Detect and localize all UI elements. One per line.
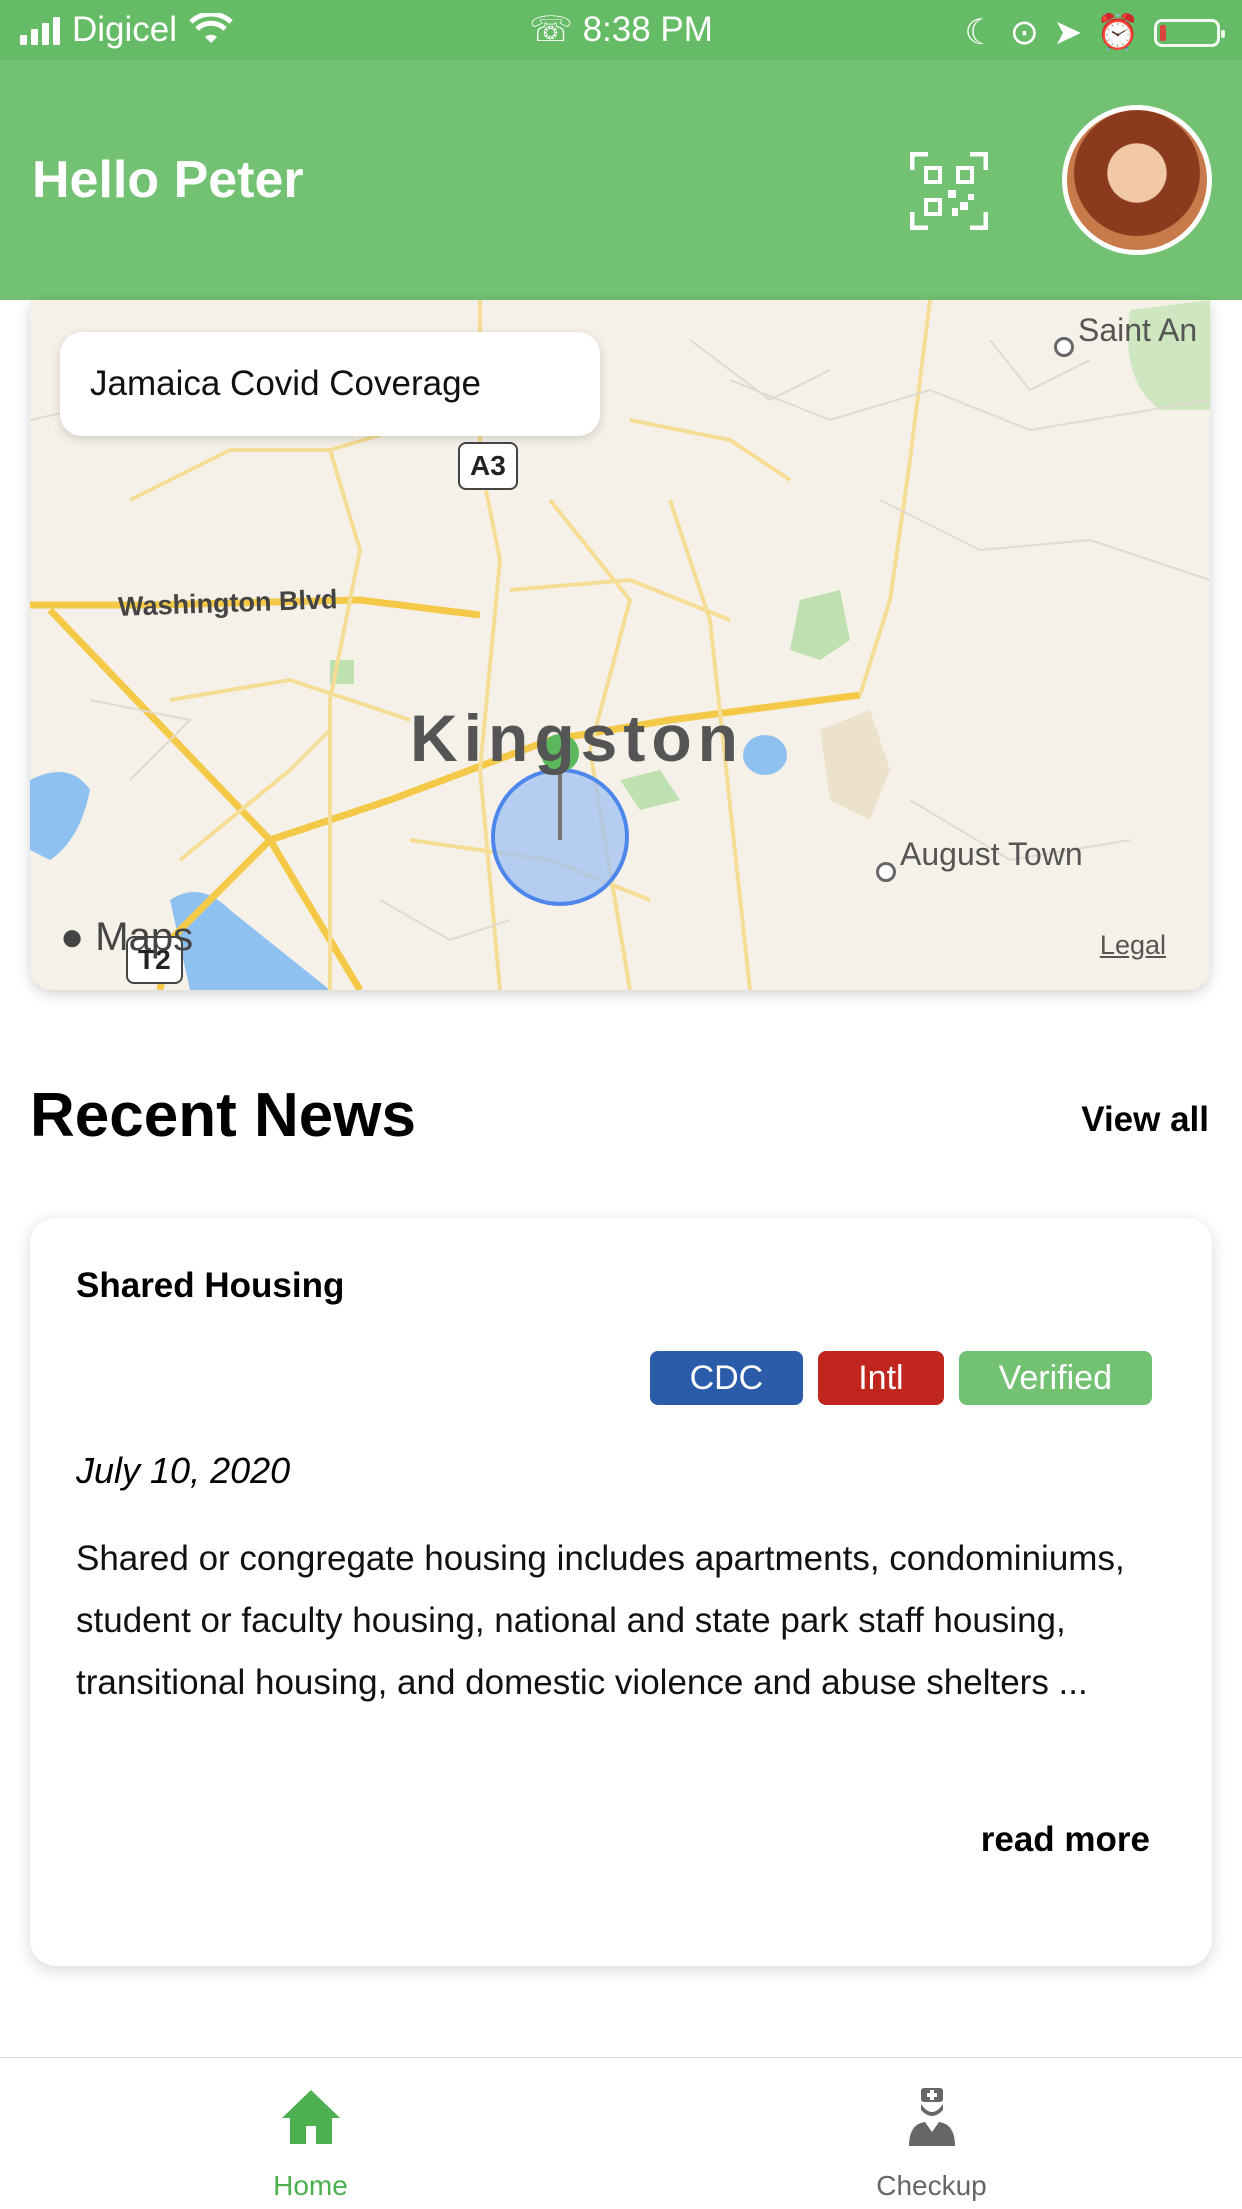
news-card-title: Shared Housing: [76, 1266, 345, 1305]
place-label-august-town: August Town: [900, 836, 1083, 872]
location-arrow-icon: ➤: [1053, 12, 1083, 52]
tab-bar: Home Checkup: [0, 2057, 1242, 2209]
place-marker-icon: [876, 862, 896, 882]
tab-home[interactable]: Home: [0, 2058, 621, 2209]
view-all-link[interactable]: View all: [1081, 1100, 1209, 1140]
status-bar: Digicel ☏ 8:38 PM ☾ ⊙ ➤ ⏰: [0, 0, 1242, 60]
tab-checkup-label: Checkup: [876, 2170, 987, 2201]
news-excerpt: Shared or congregate housing includes ap…: [76, 1539, 1125, 1702]
alarm-icon: ⏰: [1096, 13, 1140, 52]
home-icon: [281, 2090, 340, 2144]
tag-cdc: CDC: [649, 1351, 804, 1405]
battery-icon: [1154, 18, 1225, 47]
doctor-icon: [908, 2088, 955, 2146]
apple-maps-logo: ● Maps: [60, 915, 193, 960]
tab-checkup[interactable]: Checkup: [621, 2058, 1242, 2209]
section-title: Recent News: [30, 1081, 416, 1150]
tag-intl: Intl: [818, 1351, 944, 1405]
city-label: Kingston: [410, 701, 744, 775]
phone-icon: ☏: [529, 10, 573, 49]
place-label-saint-ann: Saint An: [1078, 312, 1198, 348]
tab-home-label: Home: [273, 2170, 348, 2201]
moon-icon: ☾: [964, 12, 996, 52]
map-title-chip: Jamaica Covid Coverage: [60, 332, 600, 436]
read-more-link[interactable]: read more: [981, 1820, 1150, 1860]
highway-shield-a3: A3: [458, 442, 518, 490]
news-date: July 10, 2020: [76, 1450, 291, 1491]
news-card[interactable]: Shared Housing CDC Intl Verified July 10…: [30, 1218, 1212, 1966]
avatar[interactable]: [1062, 105, 1212, 255]
tag-verified: Verified: [958, 1351, 1152, 1405]
coverage-map[interactable]: Jamaica Covid Coverage Kingston Saint An…: [30, 300, 1210, 990]
maps-attribution: Maps: [95, 915, 194, 959]
place-marker-icon: [1054, 337, 1074, 357]
greeting-title: Hello Peter: [32, 151, 304, 209]
rotation-lock-icon: ⊙: [1009, 12, 1040, 52]
app-header: Hello Peter: [0, 60, 1242, 300]
qr-code-icon[interactable]: [910, 152, 988, 230]
clock-time: 8:38 PM: [582, 10, 713, 49]
news-tags: CDC Intl Verified: [649, 1351, 1152, 1405]
legal-link[interactable]: Legal: [1100, 930, 1166, 961]
apple-logo-icon: ●: [60, 915, 85, 959]
